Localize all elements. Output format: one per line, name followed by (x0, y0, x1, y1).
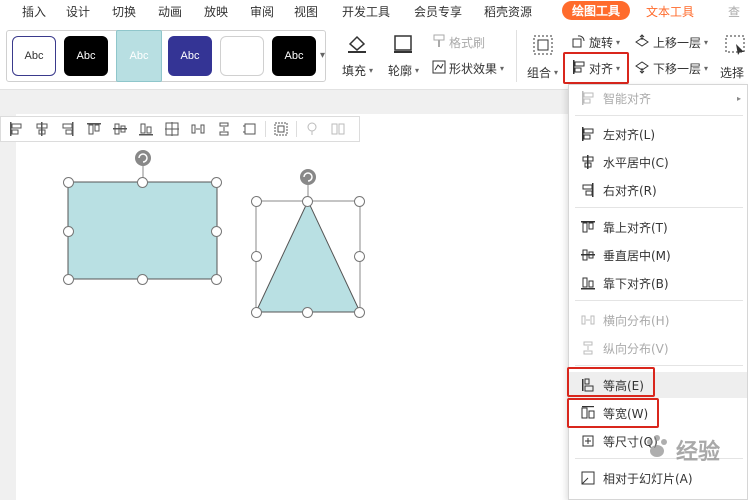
shapes-layer (67, 150, 361, 313)
align-right-icon (577, 183, 599, 197)
resize-handle-ne[interactable] (354, 196, 365, 207)
resize-handle-s[interactable] (137, 274, 148, 285)
resize-handle-w[interactable] (251, 251, 262, 262)
menu-item-align-center-h[interactable]: 水平居中(C) (569, 149, 747, 175)
menu-item-align-right[interactable]: 右对齐(R) (569, 177, 747, 203)
resize-handle-ne[interactable] (211, 177, 222, 188)
tab-text-tools[interactable]: 文本工具 (646, 3, 694, 20)
chevron-down-icon: ▾ (704, 64, 709, 73)
menu-item-distribute-h[interactable]: 横向分布(H) (569, 307, 747, 333)
select-button[interactable]: 选择 (720, 64, 744, 81)
tab-drawing-tools[interactable]: 绘图工具 (562, 1, 631, 20)
menu-item-align-bottom[interactable]: 靠下对齐(B) (569, 270, 747, 296)
chevron-down-icon: ▾ (704, 38, 709, 47)
triangle-shape[interactable] (255, 199, 361, 313)
resize-handle-n[interactable] (137, 177, 148, 188)
search-label[interactable]: 查 (728, 3, 740, 20)
align-center-h-icon (577, 155, 599, 169)
align-bottom-icon (577, 276, 599, 290)
resize-handle-n[interactable] (302, 196, 313, 207)
send-backward-icon (634, 60, 650, 77)
resize-handle-se[interactable] (211, 274, 222, 285)
distribute-v-icon (577, 341, 599, 355)
rotate-handle-icon[interactable] (135, 150, 151, 166)
menu-item-smart-align[interactable]: 智能对齐 ▸ (569, 85, 747, 111)
menu-separator (575, 365, 743, 366)
bring-forward-button[interactable]: 上移一层 ▾ (634, 34, 708, 51)
resize-handle-e[interactable] (354, 251, 365, 262)
watermark: 经验 (642, 432, 720, 468)
menu-separator (575, 207, 743, 208)
resize-handle-se[interactable] (354, 307, 365, 318)
rotate-button[interactable]: 旋转 ▾ (572, 34, 620, 51)
menu-item-align-middle-v[interactable]: 垂直居中(M) (569, 242, 747, 268)
menu-item-distribute-v[interactable]: 纵向分布(V) (569, 335, 747, 361)
resize-handle-nw[interactable] (63, 177, 74, 188)
relative-to-slide-icon (577, 471, 599, 485)
select-icon[interactable] (724, 34, 746, 59)
resize-handle-s[interactable] (302, 307, 313, 318)
menu-item-relative-to-slide[interactable]: 相对于幻灯片(A) (569, 465, 747, 491)
align-button-highlight (563, 52, 629, 84)
menu-separator (575, 300, 743, 301)
rotate-icon (572, 34, 586, 51)
resize-handle-w[interactable] (63, 226, 74, 237)
baidu-paw-icon (642, 432, 672, 468)
align-top-icon (577, 220, 599, 234)
resize-handle-e[interactable] (211, 226, 222, 237)
resize-handle-sw[interactable] (251, 307, 262, 318)
chevron-right-icon: ▸ (736, 93, 741, 103)
menu-separator (575, 115, 743, 116)
same-size-icon (577, 434, 599, 448)
same-height-highlight (567, 367, 655, 397)
bring-forward-icon (634, 34, 650, 51)
distribute-h-icon (577, 313, 599, 327)
menu-item-align-top[interactable]: 靠上对齐(T) (569, 214, 747, 240)
same-width-highlight (567, 398, 659, 428)
menu-item-align-left[interactable]: 左对齐(L) (569, 121, 747, 147)
rotate-handle-icon[interactable] (300, 169, 316, 185)
align-middle-v-icon (577, 248, 599, 262)
resize-handle-nw[interactable] (251, 196, 262, 207)
send-backward-button[interactable]: 下移一层 ▾ (634, 60, 708, 77)
align-left-icon (577, 127, 599, 141)
chevron-down-icon: ▾ (616, 38, 621, 47)
smart-align-icon (577, 91, 599, 105)
resize-handle-sw[interactable] (63, 274, 74, 285)
rectangle-shape[interactable] (67, 181, 218, 280)
